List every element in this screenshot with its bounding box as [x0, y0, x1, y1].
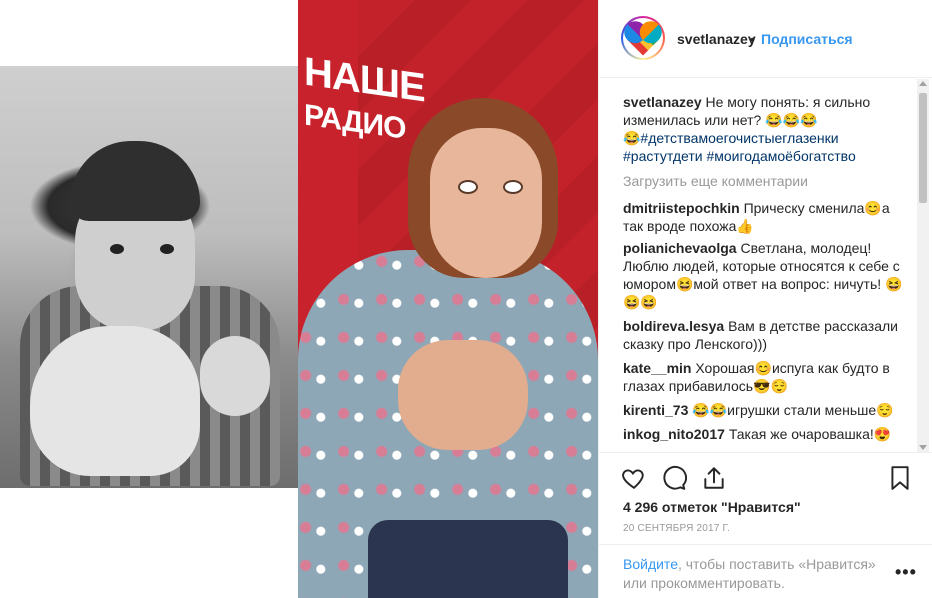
post-photo[interactable]: НАШЕ РАДИО [0, 0, 598, 598]
comment-text: Такая же очаровашка!😍 [728, 426, 892, 442]
comment-username[interactable]: dmitriistepochkin [623, 200, 740, 216]
comments-scrollbar[interactable] [917, 79, 929, 452]
comment-username[interactable]: boldireva.lesya [623, 318, 724, 334]
bookmark-icon[interactable] [887, 465, 913, 491]
radio-logo: НАШЕ РАДИО [304, 49, 425, 146]
caption: svetlanazey Не могу понять: я сильно изм… [623, 93, 913, 165]
avatar[interactable] [621, 16, 665, 60]
comment-item: dmitriistepochkin Прическу сменила😊а так… [623, 199, 913, 235]
comment-username[interactable]: kate__min [623, 360, 691, 376]
follow-button[interactable]: Подписаться [761, 31, 853, 47]
comment-username[interactable]: polianichevaolga [623, 240, 737, 256]
comment-username[interactable]: kirenti_73 [623, 402, 688, 418]
comment-item: kirenti_73 😂😂игрушки стали меньше😌 [623, 401, 913, 419]
caption-hashtags[interactable]: 😂#детствамоегочистыеглазенки #растутдети… [623, 130, 856, 164]
childhood-photo [0, 0, 298, 598]
adult-photo: НАШЕ РАДИО [298, 0, 598, 598]
post-sidebar: svetlanazey • Подписаться svetlanazey Не… [598, 0, 932, 598]
rainbow-heart-icon [627, 24, 659, 56]
post-date[interactable]: 20 сентября 2017 г. [623, 523, 730, 534]
heart-outline-icon[interactable] [621, 465, 647, 491]
comment-item: polianichevaolga Светлана, молодец! Любл… [623, 239, 913, 311]
share-icon[interactable] [701, 465, 727, 491]
load-more-comments-button[interactable]: Загрузить еще комментарии [623, 173, 808, 189]
comment-item: boldireva.lesya Вам в детстве рассказали… [623, 317, 913, 353]
likes-count[interactable]: 4 296 отметок "Нравится" [623, 499, 801, 515]
comment-text: 😂😂игрушки стали меньше😌 [692, 402, 894, 418]
post-header: svetlanazey • Подписаться [599, 0, 932, 78]
comment-item: kate__min Хорошая😊испуга как будто в гла… [623, 359, 913, 395]
comment-username[interactable]: inkog_nito2017 [623, 426, 725, 442]
comment-item: inkog_nito2017 Такая же очаровашка!😍 [623, 425, 913, 443]
separator-dot: • [750, 31, 755, 47]
caption-username[interactable]: svetlanazey [623, 94, 702, 110]
post-actions [599, 452, 932, 500]
comment-icon[interactable] [661, 465, 687, 491]
login-prompt: Войдите, чтобы поставить «Нравится» или … [599, 544, 932, 598]
header-username[interactable]: svetlanazey [677, 31, 756, 47]
comments-list[interactable]: svetlanazey Не могу понять: я сильно изм… [599, 79, 913, 452]
more-options-button[interactable]: ••• [895, 562, 917, 583]
login-link[interactable]: Войдите [623, 556, 678, 572]
